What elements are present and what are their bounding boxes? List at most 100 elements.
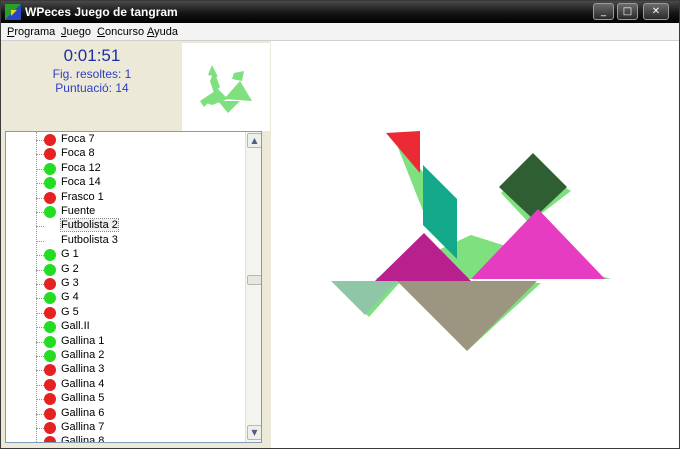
unsolved-status-icon bbox=[44, 306, 56, 319]
tangram-piece-taupe-triangle[interactable] bbox=[397, 281, 537, 351]
scroll-down-button[interactable]: ▼ bbox=[247, 425, 261, 440]
tangram-piece-mint-triangle[interactable] bbox=[331, 281, 397, 315]
unsolved-status-icon bbox=[44, 407, 56, 420]
window-title: WPeces Juego de tangram bbox=[25, 5, 178, 19]
preview-silhouette bbox=[200, 65, 252, 113]
tree-branch-line bbox=[36, 168, 44, 170]
figure-label: Gallina 5 bbox=[61, 392, 105, 405]
solved-status-icon bbox=[44, 292, 56, 305]
elapsed-timer: 0:01:51 bbox=[63, 46, 121, 65]
figure-list-item[interactable]: Gallina 1 bbox=[6, 335, 246, 349]
figure-list-item[interactable]: Gallina 5 bbox=[6, 392, 246, 406]
left-panel: 0:01:51 Fig. resoltes: 1 Puntuació: 14 F… bbox=[1, 41, 271, 448]
menu-programa[interactable]: Programa bbox=[7, 26, 55, 38]
solved-status-icon bbox=[44, 321, 56, 334]
figure-list-item[interactable]: Foca 7 bbox=[6, 133, 246, 147]
tangram-canvas[interactable] bbox=[271, 41, 679, 448]
figure-label: Foca 8 bbox=[61, 147, 95, 160]
tangram-piece-dark-green-square[interactable] bbox=[499, 153, 567, 219]
app-icon bbox=[5, 4, 21, 20]
figure-list-item[interactable]: G 2 bbox=[6, 263, 246, 277]
tree-branch-line bbox=[36, 240, 44, 242]
figure-label: Gallina 6 bbox=[61, 406, 105, 419]
tree-branch-line bbox=[36, 399, 44, 401]
figure-list-item[interactable]: Gallina 6 bbox=[6, 407, 246, 421]
close-button[interactable]: ✕ bbox=[643, 3, 669, 20]
app-window: WPeces Juego de tangram _ □ ✕ Programa J… bbox=[0, 0, 680, 449]
unsolved-status-icon bbox=[44, 422, 56, 434]
maximize-button[interactable]: □ bbox=[617, 3, 638, 20]
figure-list-item[interactable]: Futbolista 3 bbox=[6, 234, 246, 248]
tree-branch-line bbox=[36, 327, 44, 329]
tree-branch-line bbox=[36, 442, 44, 443]
unsolved-status-icon bbox=[44, 436, 56, 442]
scroll-up-button[interactable]: ▲ bbox=[247, 133, 261, 148]
figure-label: Futbolista 2 bbox=[60, 218, 119, 233]
tree-scrollbar[interactable]: ▲ ▼ bbox=[245, 132, 261, 442]
unsolved-status-icon bbox=[44, 148, 56, 161]
solved-status-icon bbox=[44, 263, 56, 276]
figure-label: Gallina 7 bbox=[61, 421, 105, 433]
solved-status-icon bbox=[44, 335, 56, 348]
figure-list-item[interactable]: Gall.II bbox=[6, 320, 246, 334]
tree-branch-line bbox=[36, 384, 44, 386]
tree-branch-line bbox=[36, 140, 44, 141]
figure-label: G 1 bbox=[61, 248, 79, 261]
menu-ayuda[interactable]: Ayuda bbox=[147, 26, 178, 38]
tree-branch-line bbox=[36, 298, 44, 300]
score-label: Puntuació: 14 bbox=[55, 81, 129, 95]
figure-list-item[interactable]: Gallina 4 bbox=[6, 378, 246, 392]
menu-bar: Programa Juego Concurso Ayuda bbox=[1, 23, 679, 41]
scroll-thumb[interactable] bbox=[247, 275, 261, 285]
menu-juego[interactable]: Juego bbox=[61, 26, 91, 38]
figure-label: Foca 14 bbox=[61, 176, 101, 189]
figure-label: Foca 12 bbox=[61, 161, 101, 174]
figure-label: G 2 bbox=[61, 262, 79, 275]
tree-branch-line bbox=[36, 341, 44, 343]
figure-list-item[interactable]: G 3 bbox=[6, 277, 246, 291]
title-bar[interactable]: WPeces Juego de tangram _ □ ✕ bbox=[1, 1, 679, 23]
unsolved-status-icon bbox=[44, 393, 56, 406]
minimize-button[interactable]: _ bbox=[593, 3, 614, 20]
figure-label: G 4 bbox=[61, 291, 79, 304]
figure-list-item[interactable]: G 1 bbox=[6, 248, 246, 262]
figure-list-item[interactable]: Frasco 1 bbox=[6, 191, 246, 205]
tree-branch-line bbox=[36, 413, 44, 415]
tree-branch-line bbox=[36, 269, 44, 271]
figure-list-item[interactable]: G 5 bbox=[6, 306, 246, 320]
tree-branch-line bbox=[36, 284, 44, 285]
menu-concurso[interactable]: Concurso bbox=[97, 26, 144, 38]
tree-branch-line bbox=[36, 197, 44, 199]
figure-list-item[interactable]: Futbolista 2 bbox=[6, 218, 246, 233]
figure-label: Gall.II bbox=[61, 320, 90, 333]
figure-label: Fuente bbox=[61, 205, 96, 217]
figure-list-item[interactable]: Gallina 7 bbox=[6, 421, 246, 435]
tangram-board[interactable] bbox=[271, 41, 679, 448]
tree-branch-line bbox=[36, 154, 44, 156]
tree-branch-line bbox=[36, 183, 44, 185]
figure-tree[interactable]: Foca 7 Foca 8 Foca 12 Foca 14 Frasco 1 Fuente… bbox=[5, 131, 262, 443]
figure-label: Gallina 1 bbox=[61, 334, 105, 347]
tree-branch-line bbox=[36, 370, 44, 372]
figure-list-item[interactable]: Foca 14 bbox=[6, 176, 246, 190]
figure-preview bbox=[182, 43, 270, 131]
solved-status-icon bbox=[44, 177, 56, 190]
figure-label: Foca 7 bbox=[61, 133, 95, 145]
figure-list-item[interactable]: Gallina 3 bbox=[6, 363, 246, 377]
figure-label: Futbolista 3 bbox=[61, 233, 118, 246]
figure-label: G 5 bbox=[61, 305, 79, 318]
solved-status-icon bbox=[44, 206, 56, 218]
unsolved-status-icon bbox=[44, 378, 56, 391]
unsolved-status-icon bbox=[44, 364, 56, 377]
figure-label: Gallina 2 bbox=[61, 349, 105, 361]
figure-list-item[interactable]: Foca 12 bbox=[6, 162, 246, 176]
figure-list-item[interactable]: Gallina 2 bbox=[6, 349, 246, 363]
figure-list-item[interactable]: Foca 8 bbox=[6, 147, 246, 161]
tangram-piece-red-triangle[interactable] bbox=[386, 131, 420, 173]
solved-status-icon bbox=[44, 162, 56, 175]
figure-list-item[interactable]: Gallina 8 bbox=[6, 435, 246, 443]
figure-list-item[interactable]: G 4 bbox=[6, 291, 246, 305]
figure-label: Gallina 3 bbox=[61, 363, 105, 376]
figure-list-item[interactable]: Fuente bbox=[6, 205, 246, 219]
tree-branch-line bbox=[36, 255, 44, 257]
